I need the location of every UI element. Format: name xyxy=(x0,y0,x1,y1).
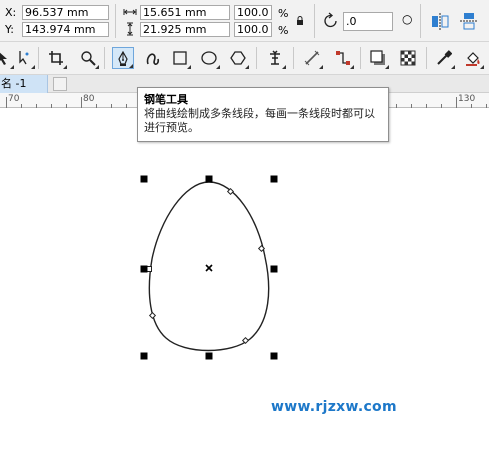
drawing-canvas[interactable] xyxy=(0,109,489,451)
y-label: Y: xyxy=(5,23,14,36)
flyout-indicator xyxy=(187,65,191,69)
document-tab[interactable]: 名 -1 xyxy=(0,75,48,93)
separator xyxy=(104,47,105,69)
artistic-media-icon xyxy=(146,53,160,65)
tool-artistic-media[interactable] xyxy=(142,47,164,69)
mirror-vertical-icon[interactable] xyxy=(460,12,478,30)
tool-pick[interactable] xyxy=(0,47,14,69)
ruler-label: 70 xyxy=(8,94,20,104)
property-bar: X: 96.537 mm Y: 143.974 mm 15.651 mm 21.… xyxy=(0,0,489,42)
x-label: X: xyxy=(5,6,17,19)
connector-icon xyxy=(336,51,350,65)
eyedropper-icon xyxy=(437,50,452,65)
site-watermark: www.rjzxw.com xyxy=(271,399,397,415)
ellipse-icon xyxy=(201,51,217,65)
drop-shadow-icon xyxy=(370,50,385,65)
polygon-icon xyxy=(230,51,246,65)
tool-rectangle[interactable] xyxy=(169,47,191,69)
crop-icon xyxy=(49,51,63,65)
degree-symbol: ○ xyxy=(402,12,413,26)
flyout-indicator xyxy=(350,65,354,69)
separator xyxy=(420,4,421,38)
tool-pen[interactable] xyxy=(112,47,134,69)
tool-text[interactable] xyxy=(264,47,286,69)
scale-x-field[interactable]: 100.0 xyxy=(234,5,272,20)
tooltip-title: 钢笔工具 xyxy=(144,93,188,106)
separator xyxy=(426,47,427,69)
flyout-indicator xyxy=(282,65,286,69)
height-icon xyxy=(127,22,133,36)
y-position-field[interactable]: 143.974 mm xyxy=(22,22,109,37)
new-document-tab-button[interactable] xyxy=(53,77,67,91)
x-position-field[interactable]: 96.537 mm xyxy=(22,5,109,20)
flyout-indicator xyxy=(63,65,67,69)
tool-shape[interactable] xyxy=(13,47,35,69)
zoom-icon xyxy=(81,51,96,66)
text-icon xyxy=(270,50,280,65)
pen-icon xyxy=(118,51,128,66)
ruler-label: 130 xyxy=(458,94,476,104)
tool-transparency[interactable] xyxy=(397,47,419,69)
tooltip-description: 将曲线绘制成多条线段，每画一条线段时都可以进行预览。 xyxy=(144,107,375,134)
selected-egg-shape[interactable] xyxy=(0,109,489,451)
separator xyxy=(360,47,361,69)
separator xyxy=(293,47,294,69)
curve-nodes xyxy=(146,187,266,345)
flyout-indicator xyxy=(319,65,323,69)
pick-icon xyxy=(0,52,7,65)
tool-crop[interactable] xyxy=(45,47,67,69)
separator xyxy=(38,47,39,69)
height-field[interactable]: 21.925 mm xyxy=(140,22,230,37)
scale-y-field[interactable]: 100.0 xyxy=(234,22,272,37)
tool-connector[interactable] xyxy=(332,47,354,69)
flyout-indicator xyxy=(31,65,35,69)
rotate-icon xyxy=(324,12,337,28)
tool-drop-shadow[interactable] xyxy=(367,47,389,69)
rotation-field[interactable]: .0 xyxy=(343,12,393,31)
width-icon xyxy=(123,9,137,15)
dimension-icon xyxy=(304,50,320,66)
flyout-indicator xyxy=(129,64,133,68)
pen-tool-tooltip: 钢笔工具 将曲线绘制成多条线段，每画一条线段时都可以进行预览。 xyxy=(137,87,389,142)
tool-interactive-fill[interactable] xyxy=(462,47,484,69)
tool-ellipse[interactable] xyxy=(198,47,220,69)
separator xyxy=(115,4,116,38)
flyout-indicator xyxy=(95,65,99,69)
width-field[interactable]: 15.651 mm xyxy=(140,5,230,20)
toolbox xyxy=(0,42,489,75)
flyout-indicator xyxy=(216,65,220,69)
scale-x-percent: % xyxy=(278,7,289,20)
fill-bucket-icon xyxy=(466,52,480,66)
rectangle-icon xyxy=(173,51,187,65)
flyout-indicator xyxy=(385,65,389,69)
mirror-horizontal-icon[interactable] xyxy=(431,13,449,30)
tool-dimension[interactable] xyxy=(301,47,323,69)
scale-y-percent: % xyxy=(278,24,289,37)
flyout-indicator xyxy=(245,65,249,69)
flyout-indicator xyxy=(451,65,455,69)
transparency-icon xyxy=(400,50,416,66)
lock-ratio-icon[interactable] xyxy=(296,16,304,26)
separator xyxy=(256,47,257,69)
separator xyxy=(314,4,315,38)
shape-icon xyxy=(19,51,29,65)
ruler-label: 80 xyxy=(83,94,95,104)
tool-eyedropper[interactable] xyxy=(433,47,455,69)
tool-polygon[interactable] xyxy=(227,47,249,69)
tool-zoom[interactable] xyxy=(77,47,99,69)
flyout-indicator xyxy=(480,65,484,69)
center-marker-icon xyxy=(205,264,213,272)
egg-curve[interactable] xyxy=(148,181,270,352)
